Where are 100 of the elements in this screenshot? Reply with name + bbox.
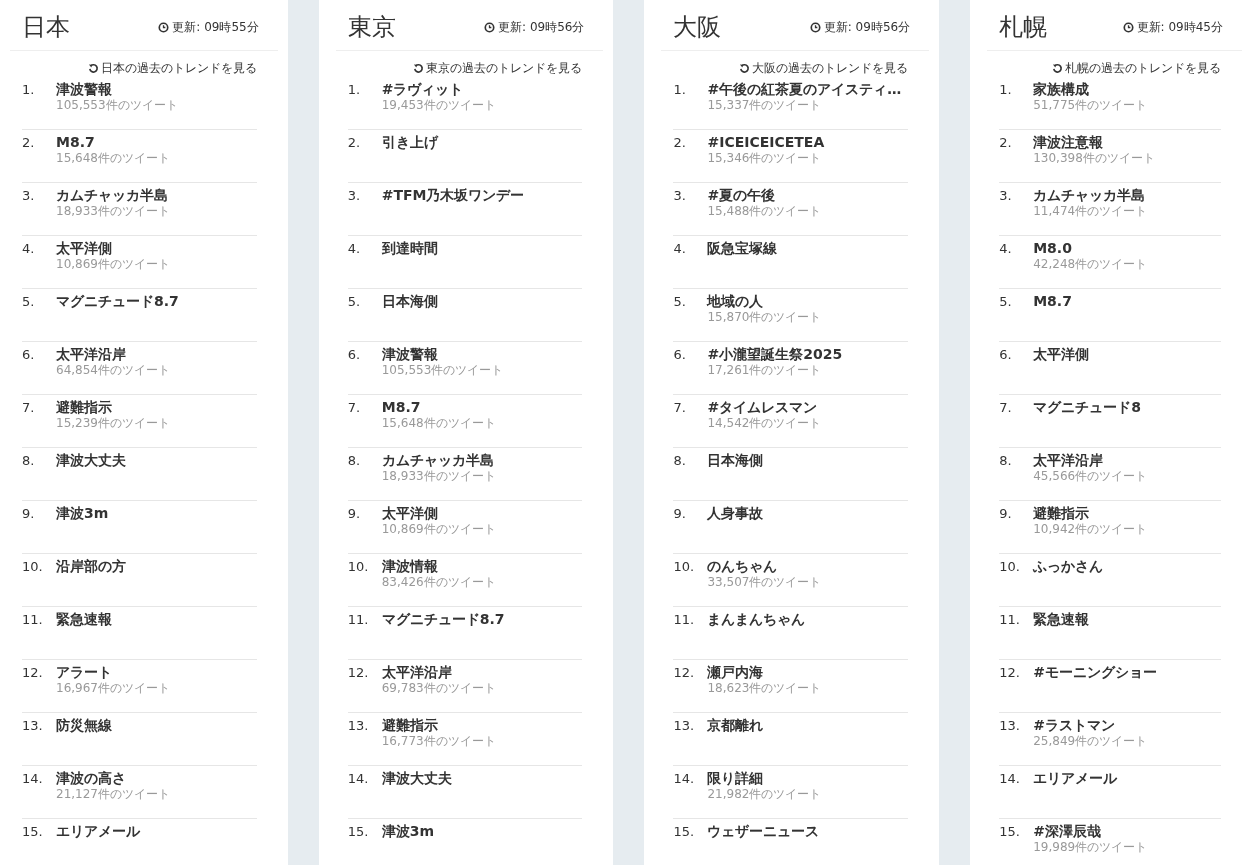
trend-link[interactable]: #ラヴィット [381, 81, 464, 98]
tweet-count: 45,566件のツイート [1033, 469, 1148, 484]
rank-number: 1. [673, 81, 687, 99]
history-link[interactable]: 大阪の過去のトレンドを見る [739, 60, 909, 77]
trend-link[interactable]: 太平洋沿岸 [56, 346, 126, 363]
trend-link[interactable]: #ICEICEICETEA [707, 134, 825, 151]
trend-link[interactable]: 瀬戸内海 [707, 664, 764, 681]
trend-link[interactable]: カムチャッカ半島 [56, 187, 168, 204]
trend-link[interactable]: ウェザーニュース [707, 823, 820, 840]
tweet-count: 25,849件のツイート [1033, 734, 1148, 749]
rank-number: 12. [22, 664, 44, 682]
trend-link[interactable]: 緊急速報 [1033, 611, 1090, 628]
trend-link[interactable]: #ラストマン [1033, 717, 1115, 734]
rank-number: 5. [347, 293, 362, 311]
rank-number: 15. [22, 823, 44, 841]
trend-link[interactable]: #小瀧望誕生祭2025 [707, 346, 843, 363]
trend-link[interactable]: M8.7 [381, 399, 421, 416]
history-icon [739, 63, 751, 74]
trend-link[interactable]: カムチャッカ半島 [381, 452, 494, 469]
trend-link[interactable]: M8.7 [56, 134, 95, 151]
trend-link[interactable]: 日本海側 [381, 293, 438, 310]
update-time: 更新: 09時45分 [1136, 18, 1223, 36]
trend-link[interactable]: のんちゃん [707, 558, 778, 575]
trend-link[interactable]: 津波情報 [381, 558, 438, 575]
region-title: 日本 [22, 12, 70, 42]
tweet-count: 105,553件のツイート [381, 363, 504, 378]
rank-number: 14. [347, 770, 370, 788]
trend-link[interactable]: 津波警報 [56, 81, 112, 98]
trend-link[interactable]: エリアメール [56, 823, 140, 840]
trend-link[interactable]: 緊急速報 [56, 611, 112, 628]
trend-link[interactable]: 限り詳細 [707, 770, 764, 787]
region-title: 大阪 [673, 12, 722, 42]
rank-number: 9. [22, 505, 36, 523]
rank-number: 6. [22, 346, 36, 364]
tweet-count: 16,967件のツイート [56, 681, 170, 696]
trend-link[interactable]: 津波注意報 [1033, 134, 1104, 151]
rank-number: 4. [347, 240, 362, 258]
trend-link[interactable]: 阪急宝塚線 [707, 240, 778, 257]
trend-link[interactable]: 避難指示 [56, 399, 112, 416]
rank-number: 10. [347, 558, 370, 576]
rank-number: 1. [22, 81, 36, 99]
rank-number: 1. [999, 81, 1013, 99]
rank-number: 9. [347, 505, 362, 523]
history-icon [413, 63, 425, 74]
trend-link[interactable]: まんまんちゃん [707, 611, 806, 628]
history-link[interactable]: 日本の過去のトレンドを見る [87, 60, 257, 77]
trend-link[interactable]: 津波大丈夫 [381, 770, 452, 787]
trend-link[interactable]: 津波3m [56, 505, 109, 522]
trend-link[interactable]: 太平洋沿岸 [381, 664, 452, 681]
trend-link[interactable]: 地域の人 [707, 293, 764, 310]
trend-link[interactable]: #タイムレスマン [707, 399, 818, 416]
rank-number: 3. [673, 187, 687, 205]
trend-link[interactable]: #午後の紅茶夏のアイスティ… [707, 81, 902, 98]
trend-link[interactable]: #夏の午後 [707, 187, 776, 204]
trend-link[interactable]: 沿岸部の方 [56, 558, 126, 575]
trend-link[interactable]: #深澤辰哉 [1033, 823, 1101, 840]
update-time: 更新: 09時55分 [172, 18, 259, 36]
trend-link[interactable]: M8.0 [1033, 240, 1072, 257]
trend-link[interactable]: 人身事故 [707, 505, 764, 522]
trend-link[interactable]: マグニチュード8.7 [381, 611, 505, 628]
trend-link[interactable]: 太平洋側 [1033, 346, 1090, 363]
trend-link[interactable]: #モーニングショー [1033, 664, 1157, 681]
tweet-count: 19,989件のツイート [1033, 840, 1148, 855]
rank-number: 8. [347, 452, 362, 470]
trend-link[interactable]: 避難指示 [1033, 505, 1090, 522]
trend-link[interactable]: 津波警報 [381, 346, 438, 363]
trend-link[interactable]: カムチャッカ半島 [1033, 187, 1146, 204]
rank-number: 6. [347, 346, 362, 364]
trend-link[interactable]: ふっかさん [1033, 558, 1104, 575]
trend-link[interactable]: 太平洋側 [381, 505, 438, 522]
rank-number: 6. [999, 346, 1013, 364]
trend-link[interactable]: 津波の高さ [56, 770, 126, 787]
rank-number: 4. [999, 240, 1013, 258]
trend-link[interactable]: 防災無線 [56, 717, 112, 734]
tweet-count: 15,648件のツイート [56, 151, 170, 166]
trend-link[interactable]: マグニチュード8.7 [56, 293, 179, 310]
trend-link[interactable]: 日本海側 [707, 452, 764, 469]
trend-link[interactable]: #TFM乃木坂ワンデー [381, 187, 525, 204]
tweet-count: 105,553件のツイート [56, 98, 178, 113]
trend-link[interactable]: 津波3m [381, 823, 435, 840]
trend-link[interactable]: 京都離れ [707, 717, 764, 734]
trend-link[interactable]: 到達時間 [381, 240, 438, 257]
trend-link[interactable]: 太平洋沿岸 [1033, 452, 1104, 469]
trend-link[interactable]: 太平洋側 [56, 240, 112, 257]
trend-link[interactable]: M8.7 [1033, 293, 1072, 310]
rank-number: 5. [22, 293, 36, 311]
rank-number: 14. [673, 770, 696, 788]
trend-link[interactable]: 津波大丈夫 [56, 452, 126, 469]
trend-link[interactable]: エリアメール [1033, 770, 1118, 787]
history-link[interactable]: 札幌の過去のトレンドを見る [1052, 60, 1221, 77]
trend-link[interactable]: 家族構成 [1033, 81, 1090, 98]
rank-number: 11. [999, 611, 1021, 629]
trend-link[interactable]: 引き上げ [381, 134, 438, 151]
trend-link[interactable]: マグニチュード8 [1033, 399, 1141, 416]
history-link[interactable]: 東京の過去のトレンドを見る [413, 60, 583, 77]
tweet-count: 11,474件のツイート [1033, 204, 1148, 219]
trend-link[interactable]: 避難指示 [381, 717, 438, 734]
tweet-count: 42,248件のツイート [1033, 257, 1148, 272]
region-title: 札幌 [999, 12, 1048, 42]
trend-link[interactable]: アラート [56, 664, 112, 681]
